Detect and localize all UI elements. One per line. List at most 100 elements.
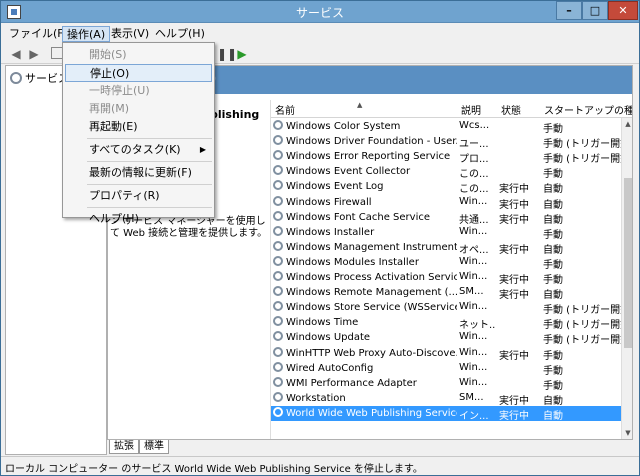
- service-startup-type: 手動: [543, 275, 563, 286]
- table-row[interactable]: Windows Font Cache Service 共通... 実行中 自動: [271, 210, 621, 226]
- service-description: イン...: [459, 410, 489, 422]
- table-row[interactable]: Windows Time ネット... 手動 (トリガー開始): [271, 315, 625, 332]
- table-row[interactable]: Windows Driver Foundation - User... ユー...…: [271, 134, 625, 150]
- service-startup-type: 手動 (トリガー開始): [543, 305, 625, 317]
- table-row[interactable]: Windows Color System Wcs... 手動: [271, 119, 621, 135]
- service-description: Win...: [459, 331, 488, 343]
- pause-icon[interactable]: ❚❚: [217, 47, 237, 61]
- table-row[interactable]: Windows Event Log この... 実行中 自動: [271, 179, 621, 196]
- service-description: Win...: [459, 225, 488, 237]
- column-status[interactable]: 状態: [501, 102, 521, 117]
- service-startup-type: 手動: [543, 380, 563, 392]
- service-status: 実行中: [499, 199, 529, 211]
- table-row[interactable]: Windows Installer Win... 手動: [271, 225, 621, 241]
- service-name: Windows Process Activation Service: [273, 271, 457, 283]
- forward-arrow-icon[interactable]: ▶: [27, 47, 41, 61]
- menu-item[interactable]: 最新の情報に更新(F): [65, 164, 212, 182]
- scroll-down-icon[interactable]: ▼: [622, 427, 632, 439]
- service-name: Windows Modules Installer: [273, 255, 457, 268]
- service-status: 実行中: [499, 350, 529, 362]
- table-row[interactable]: Windows Firewall Win... 実行中 自動: [271, 195, 621, 211]
- table-row[interactable]: Windows Remote Management (... SM... 実行中 自動: [271, 285, 621, 301]
- minimize-button[interactable]: –: [556, 1, 582, 20]
- table-row[interactable]: Windows Event Collector この... 手動: [271, 164, 621, 181]
- scroll-thumb[interactable]: [624, 178, 632, 348]
- title-bar[interactable]: サービス – □ ✕: [1, 1, 639, 23]
- table-row[interactable]: Windows Update Win... 手動 (トリガー開始): [271, 330, 625, 346]
- menu-item[interactable]: 停止(O): [65, 64, 212, 82]
- tab-standard[interactable]: 標準: [139, 440, 169, 454]
- service-name: Windows Installer: [273, 225, 457, 238]
- service-startup-type: 自動: [543, 395, 563, 407]
- menu-item: 開始(S): [65, 46, 212, 64]
- service-gear-icon: [273, 195, 283, 206]
- service-description: Win...: [459, 255, 488, 267]
- table-row[interactable]: Wired AutoConfig Win... 手動: [271, 361, 621, 377]
- service-name: Windows Update: [273, 331, 457, 343]
- close-button[interactable]: ✕: [608, 1, 638, 20]
- service-name: WMI Performance Adapter: [273, 376, 457, 389]
- menu-action[interactable]: 操作(A): [62, 26, 111, 42]
- table-row[interactable]: Workstation SM... 実行中 自動: [271, 391, 621, 407]
- service-gear-icon: [273, 271, 283, 281]
- service-name: Windows Driver Foundation - User...: [273, 135, 457, 147]
- table-row[interactable]: Windows Process Activation Service Win...…: [271, 270, 621, 286]
- back-arrow-icon[interactable]: ◀: [9, 47, 23, 61]
- service-description: Win...: [459, 361, 488, 373]
- view-tabs: 拡張 標準: [107, 440, 633, 454]
- menu-help[interactable]: ヘルプ(H): [151, 26, 209, 42]
- service-gear-icon: [273, 120, 283, 130]
- service-gear-icon: [273, 391, 283, 402]
- service-description: ネット...: [459, 320, 495, 332]
- column-name[interactable]: 名前: [275, 102, 295, 117]
- service-startup-type: 自動: [543, 410, 563, 422]
- service-startup-type: 手動: [543, 350, 563, 362]
- service-description: Win...: [459, 271, 488, 282]
- service-description: この...: [459, 169, 489, 181]
- service-startup-type: 手動: [543, 124, 563, 135]
- menu-item[interactable]: 再起動(E): [65, 118, 212, 136]
- service-gear-icon: [273, 331, 283, 342]
- service-gear-icon: [273, 180, 283, 191]
- menu-item[interactable]: プロパティ(R): [65, 187, 212, 205]
- menu-item[interactable]: ヘルプ(H): [65, 210, 212, 228]
- sort-ascending-icon: ▲: [357, 101, 363, 109]
- table-row[interactable]: Windows Store Service (WSService) Win... 手…: [271, 300, 625, 316]
- scroll-up-icon[interactable]: ▲: [622, 118, 632, 130]
- tab-extended[interactable]: 拡張: [109, 440, 139, 454]
- table-row[interactable]: WMI Performance Adapter Win... 手動: [271, 376, 621, 392]
- service-description: この...: [459, 184, 489, 196]
- menu-item: 一時停止(U): [65, 82, 212, 100]
- service-name: Windows Firewall: [273, 195, 457, 208]
- menu-bar: ファイル(F) 操作(A) 表示(V) ヘルプ(H): [1, 24, 639, 43]
- service-status: 実行中: [499, 275, 529, 286]
- column-startup-type[interactable]: スタートアップの種: [544, 102, 632, 117]
- table-row[interactable]: Windows Error Reporting Service プロ... 手動 (…: [271, 149, 625, 166]
- menu-item-label: 再開(M): [89, 102, 130, 115]
- service-gear-icon: [273, 301, 283, 312]
- services-gear-icon: [10, 72, 22, 84]
- table-row[interactable]: World Wide Web Publishing Service イン... 実行…: [271, 405, 621, 422]
- table-row[interactable]: WinHTTP Web Proxy Auto-Discove... Win... 実…: [271, 346, 621, 362]
- service-gear-icon: [273, 210, 283, 221]
- service-description: プロ...: [459, 154, 489, 166]
- service-gear-icon: [273, 225, 283, 236]
- service-name: Windows Event Log: [273, 180, 457, 192]
- service-description: Wcs...: [459, 120, 490, 131]
- menu-item-label: 開始(S): [89, 48, 127, 61]
- menu-item-label: 再起動(E): [89, 120, 138, 133]
- column-description[interactable]: 説明: [461, 102, 481, 117]
- service-gear-icon: [273, 346, 283, 357]
- menu-view[interactable]: 表示(V): [107, 26, 153, 42]
- vertical-scrollbar[interactable]: ▲ ▼: [621, 118, 632, 439]
- service-startup-type: 手動: [543, 259, 563, 271]
- menu-item[interactable]: すべてのタスク(K) ▶: [65, 141, 212, 159]
- service-startup-type: 手動: [543, 229, 563, 241]
- table-row[interactable]: Windows Modules Installer Win... 手動: [271, 255, 621, 271]
- service-startup-type: 自動: [543, 290, 563, 302]
- resume-icon[interactable]: ▶: [235, 47, 249, 61]
- table-row[interactable]: Windows Management Instrument... オペ... 実行中…: [271, 240, 621, 256]
- service-gear-icon: [273, 286, 283, 297]
- service-name: Windows Error Reporting Service: [273, 150, 457, 162]
- maximize-button[interactable]: □: [582, 1, 608, 20]
